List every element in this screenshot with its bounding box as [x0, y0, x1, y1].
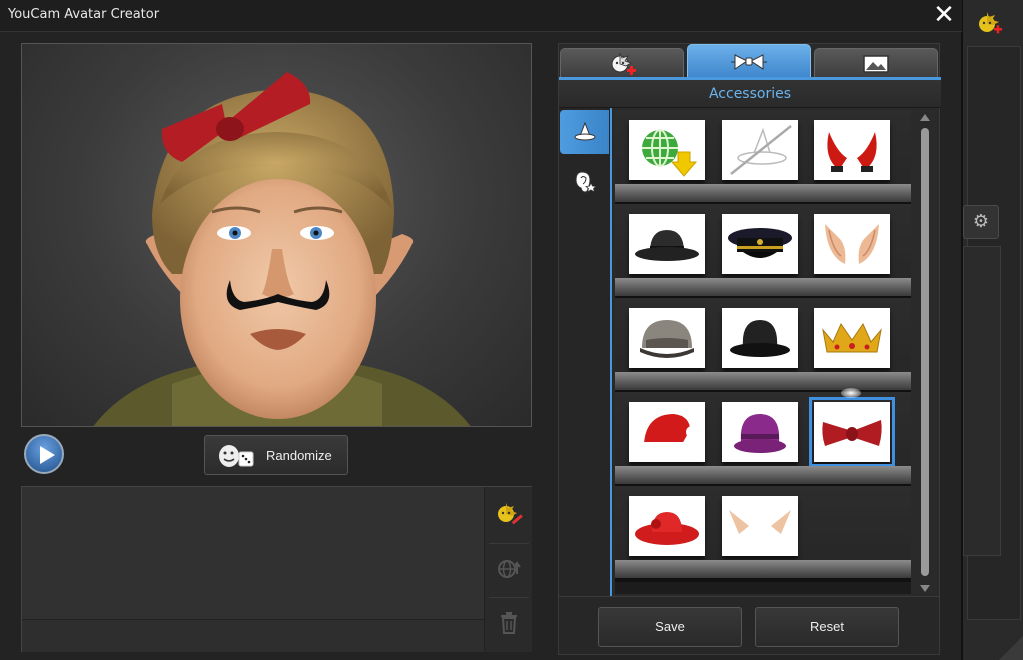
elf-ears-icon	[825, 224, 879, 264]
category-tabs	[559, 44, 941, 78]
screen: ⚙ YouCam Avatar Creator ✕ Randomize Acce…	[0, 0, 1023, 660]
tab-face[interactable]	[560, 48, 684, 78]
settings-gear-icon[interactable]: ⚙	[963, 205, 999, 239]
purple-cloche-icon	[734, 414, 786, 453]
reset-button[interactable]: Reset	[755, 607, 899, 647]
shelf-row	[615, 298, 911, 394]
devil-horns-icon	[827, 132, 877, 172]
shelf-row	[615, 388, 911, 488]
red-wide-hat-item[interactable]	[629, 496, 705, 556]
witch-hat-icon	[574, 122, 595, 141]
background-list	[963, 246, 1001, 556]
police-cap-icon	[728, 228, 792, 258]
landscape-icon	[863, 54, 889, 73]
shelf-row	[615, 110, 911, 206]
window-title: YouCam Avatar Creator	[8, 7, 160, 22]
avatar-preview	[21, 43, 532, 427]
download-more-icon	[642, 129, 698, 177]
section-title: Accessories	[559, 80, 941, 108]
shelf-ledge	[615, 466, 911, 488]
scroll-up-arrow[interactable]	[920, 114, 930, 121]
no-accessory-item[interactable]	[722, 120, 798, 180]
red-bow-item[interactable]	[809, 397, 895, 467]
gallery-tools	[484, 487, 532, 652]
baseball-cap-item[interactable]	[629, 308, 705, 368]
randomize-button[interactable]: Randomize	[204, 435, 348, 475]
shelf-ledge	[615, 278, 911, 300]
pointy-elf-ears-item[interactable]	[722, 496, 798, 556]
ear-star-icon	[574, 171, 596, 193]
purple-cloche-item[interactable]	[722, 402, 798, 462]
subtab-separator	[610, 108, 612, 596]
subtab-hats[interactable]	[560, 110, 609, 154]
customize-panel: Accessories Save Reset	[558, 43, 941, 655]
shelf-scrollbar[interactable]	[913, 110, 939, 596]
title-bar[interactable]: YouCam Avatar Creator ✕	[0, 0, 962, 32]
download-more-item[interactable]	[629, 120, 705, 180]
trash-icon	[501, 611, 517, 634]
police-cap-item[interactable]	[722, 214, 798, 274]
no-accessory-icon	[730, 125, 792, 175]
devil-horns-item[interactable]	[814, 120, 890, 180]
selection-spotlight	[841, 388, 861, 398]
play-button[interactable]	[24, 434, 64, 474]
fedora-hat-item[interactable]	[629, 214, 705, 274]
tab-accessories[interactable]	[687, 44, 811, 78]
upload-avatar-button[interactable]	[489, 543, 529, 593]
gallery-status-bar	[22, 619, 484, 652]
edit-avatar-icon	[498, 503, 523, 525]
action-bar: Save Reset	[559, 596, 939, 654]
globe-upload-icon	[498, 559, 521, 578]
red-wide-hat-icon	[635, 512, 699, 545]
tab-background[interactable]	[814, 48, 938, 78]
close-button[interactable]: ✕	[932, 2, 956, 28]
gold-crown-icon	[822, 322, 882, 353]
scroll-down-arrow[interactable]	[920, 585, 930, 592]
shelf-ledge	[615, 372, 911, 394]
bowler-hat-icon	[730, 320, 790, 357]
resize-grip[interactable]	[999, 636, 1023, 660]
subcategory-tabs	[559, 108, 613, 596]
santa-hat-icon	[640, 414, 698, 452]
dice-face-icon	[219, 445, 254, 467]
bow-tie-icon	[731, 53, 767, 70]
bowler-hat-item[interactable]	[722, 308, 798, 368]
background-app: ⚙	[962, 0, 1023, 660]
avatar-add-icon[interactable]	[975, 12, 1003, 36]
shelf-ledge	[615, 184, 911, 206]
baseball-cap-icon	[640, 320, 694, 358]
save-button[interactable]: Save	[598, 607, 742, 647]
accessory-shelf	[615, 110, 911, 594]
red-bow-icon	[822, 420, 882, 446]
gold-crown-item[interactable]	[814, 308, 890, 368]
randomize-label: Randomize	[266, 448, 332, 463]
fedora-hat-icon	[635, 230, 699, 261]
shelf-row	[615, 204, 911, 300]
elf-ears-item[interactable]	[814, 214, 890, 274]
avatar-gallery	[21, 486, 532, 652]
avatar-creator-window: YouCam Avatar Creator ✕ Randomize Access…	[0, 0, 962, 660]
delete-avatar-button[interactable]	[489, 597, 529, 647]
shelf-row	[615, 486, 911, 582]
edit-avatar-button[interactable]	[489, 489, 529, 539]
gallery-area[interactable]	[22, 487, 484, 619]
scroll-thumb[interactable]	[921, 128, 929, 576]
santa-hat-item[interactable]	[629, 402, 705, 462]
shelf-ledge	[615, 560, 911, 582]
avatar-figure	[93, 72, 471, 426]
pointy-elf-ears-icon	[729, 510, 791, 534]
subtab-ears[interactable]	[560, 160, 609, 204]
avatar-add-icon	[611, 52, 636, 75]
